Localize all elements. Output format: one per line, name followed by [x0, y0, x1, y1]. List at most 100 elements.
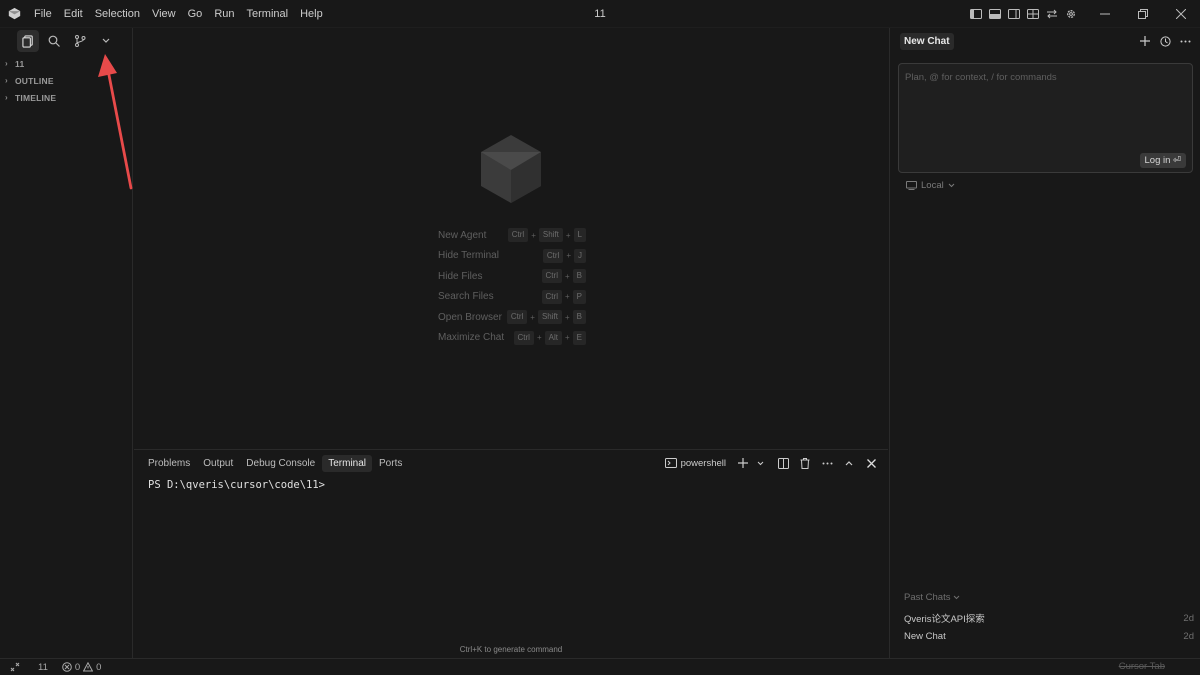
chat-time: 2d	[1183, 612, 1194, 624]
key-badge: B	[572, 310, 586, 325]
terminal-prompt[interactable]: PS D:\qveris\cursor\code\11>	[134, 479, 888, 491]
mode-selector[interactable]: Local	[906, 180, 955, 191]
chevron-down-icon	[953, 595, 960, 600]
search-icon[interactable]	[43, 30, 65, 52]
warning-icon	[83, 662, 94, 672]
tab-problems[interactable]: Problems	[142, 455, 196, 472]
more-icon[interactable]	[1176, 32, 1194, 50]
chevron-down-icon[interactable]	[95, 30, 117, 52]
key-badge: Shift	[537, 310, 562, 325]
past-chats: Past Chats Qveris论文API探索 2d New Chat 2d	[904, 592, 1194, 645]
menu-terminal[interactable]: Terminal	[241, 0, 295, 28]
source-control-icon[interactable]	[69, 30, 91, 52]
chat-name: Qveris论文API探索	[904, 614, 985, 625]
error-icon	[62, 662, 72, 672]
restore-icon[interactable]	[1124, 0, 1162, 28]
shortcut-new-agent: New Agent Ctrl + Shift + L	[438, 225, 586, 246]
chat-input[interactable]: Plan, @ for context, / for commands Log …	[898, 63, 1193, 173]
shortcut-search-files: Search Files Ctrl + P	[438, 287, 586, 308]
key-badge: J	[574, 248, 586, 263]
menu-help[interactable]: Help	[294, 0, 329, 28]
sidebar-tabs	[0, 28, 132, 54]
chevron-right-icon: ›	[5, 93, 8, 102]
close-icon[interactable]	[1162, 0, 1200, 28]
tab-terminal[interactable]: Terminal	[322, 454, 373, 472]
new-chat-plus-icon[interactable]	[1136, 32, 1154, 50]
editor-area: New Agent Ctrl + Shift + L Hide Terminal C…	[134, 28, 888, 449]
layout-icon[interactable]	[1023, 0, 1042, 28]
minimize-icon[interactable]	[1086, 0, 1124, 28]
explorer-icon[interactable]	[17, 30, 39, 52]
key-badge: Alt	[544, 330, 562, 345]
terminal-icon	[664, 458, 677, 468]
login-button[interactable]: Log in ⏎	[1139, 153, 1186, 168]
remote-icon[interactable]	[10, 662, 20, 672]
menu-bar: File Edit Selection View Go Run Terminal…	[28, 0, 329, 28]
terminal-hint: Ctrl+K to generate command	[459, 645, 563, 654]
chat-panel: New Chat Plan, @ for context, / for comm…	[889, 28, 1200, 658]
past-chats-title: Past Chats	[904, 592, 951, 603]
tab-ports[interactable]: Ports	[373, 455, 408, 472]
split-terminal-icon[interactable]	[774, 454, 792, 472]
status-bar: 11 0 0 Cursor Tab	[0, 658, 1200, 675]
tab-output[interactable]: Output	[197, 455, 239, 472]
key-badge: Shift	[538, 228, 563, 243]
monitor-icon	[906, 181, 917, 190]
section-label: TIMELINE	[15, 92, 57, 103]
terminal-shell-selector[interactable]: powershell	[664, 457, 726, 469]
chevron-right-icon: ›	[5, 76, 8, 85]
menu-go[interactable]: Go	[182, 0, 209, 28]
menu-edit[interactable]: Edit	[58, 0, 89, 28]
mode-label: Local	[921, 180, 944, 191]
cursor-logo-icon	[0, 0, 28, 28]
problems-indicator[interactable]: 0 0	[62, 661, 102, 673]
list-item[interactable]: Qveris论文API探索 2d	[904, 609, 1194, 627]
key-badge: L	[573, 228, 586, 243]
chevron-down-icon[interactable]	[756, 454, 764, 472]
history-icon[interactable]	[1156, 32, 1174, 50]
more-icon[interactable]	[818, 454, 836, 472]
maximize-panel-icon[interactable]	[840, 454, 858, 472]
section-label: OUTLINE	[15, 75, 54, 86]
shell-name: powershell	[680, 457, 726, 469]
toggle-sidebar-icon[interactable]	[966, 0, 985, 28]
key-badge: Ctrl	[513, 330, 534, 345]
workspace-name[interactable]: 11	[38, 662, 48, 673]
new-terminal-plus-icon[interactable]	[734, 454, 752, 472]
key-badge: E	[572, 330, 586, 345]
tab-debug-console[interactable]: Debug Console	[240, 455, 321, 472]
shortcut-label: Hide Files	[438, 270, 483, 282]
shortcut-label: Open Browser	[438, 311, 502, 323]
warning-count: 0	[96, 661, 102, 673]
title-bar: File Edit Selection View Go Run Terminal…	[0, 0, 1200, 28]
gear-icon[interactable]	[1061, 0, 1080, 28]
toggle-panel-icon[interactable]	[985, 0, 1004, 28]
chat-time: 2d	[1183, 630, 1194, 642]
shortcut-hide-terminal: Hide Terminal Ctrl + J	[438, 246, 586, 267]
swap-icon[interactable]	[1042, 0, 1061, 28]
key-badge: Ctrl	[542, 248, 564, 263]
menu-file[interactable]: File	[28, 0, 58, 28]
shortcut-label: Hide Terminal	[438, 250, 499, 262]
key-badge: Ctrl	[506, 310, 528, 325]
shortcut-open-browser: Open Browser Ctrl + Shift + B	[438, 307, 586, 328]
toggle-secondary-sidebar-icon[interactable]	[1004, 0, 1023, 28]
chevron-right-icon: ›	[5, 59, 8, 68]
past-chats-toggle[interactable]: Past Chats	[904, 592, 1194, 603]
close-panel-icon[interactable]	[862, 454, 880, 472]
menu-view[interactable]: View	[146, 0, 182, 28]
key-badge: Ctrl	[507, 228, 529, 243]
list-item[interactable]: New Chat 2d	[904, 627, 1194, 645]
trash-icon[interactable]	[796, 454, 814, 472]
timeline-section[interactable]: › TIMELINE	[0, 89, 132, 106]
shortcut-hide-files: Hide Files Ctrl + B	[438, 266, 586, 287]
menu-run[interactable]: Run	[208, 0, 240, 28]
chat-name: New Chat	[904, 630, 946, 642]
key-badge: Ctrl	[541, 289, 562, 304]
tab-new-chat[interactable]: New Chat	[900, 32, 954, 50]
folder-section-11[interactable]: › 11	[0, 55, 132, 72]
shortcut-list: New Agent Ctrl + Shift + L Hide Terminal C…	[438, 225, 586, 348]
cursor-tab-status[interactable]: Cursor Tab	[1119, 659, 1165, 675]
outline-section[interactable]: › OUTLINE	[0, 72, 132, 89]
menu-selection[interactable]: Selection	[89, 0, 146, 28]
